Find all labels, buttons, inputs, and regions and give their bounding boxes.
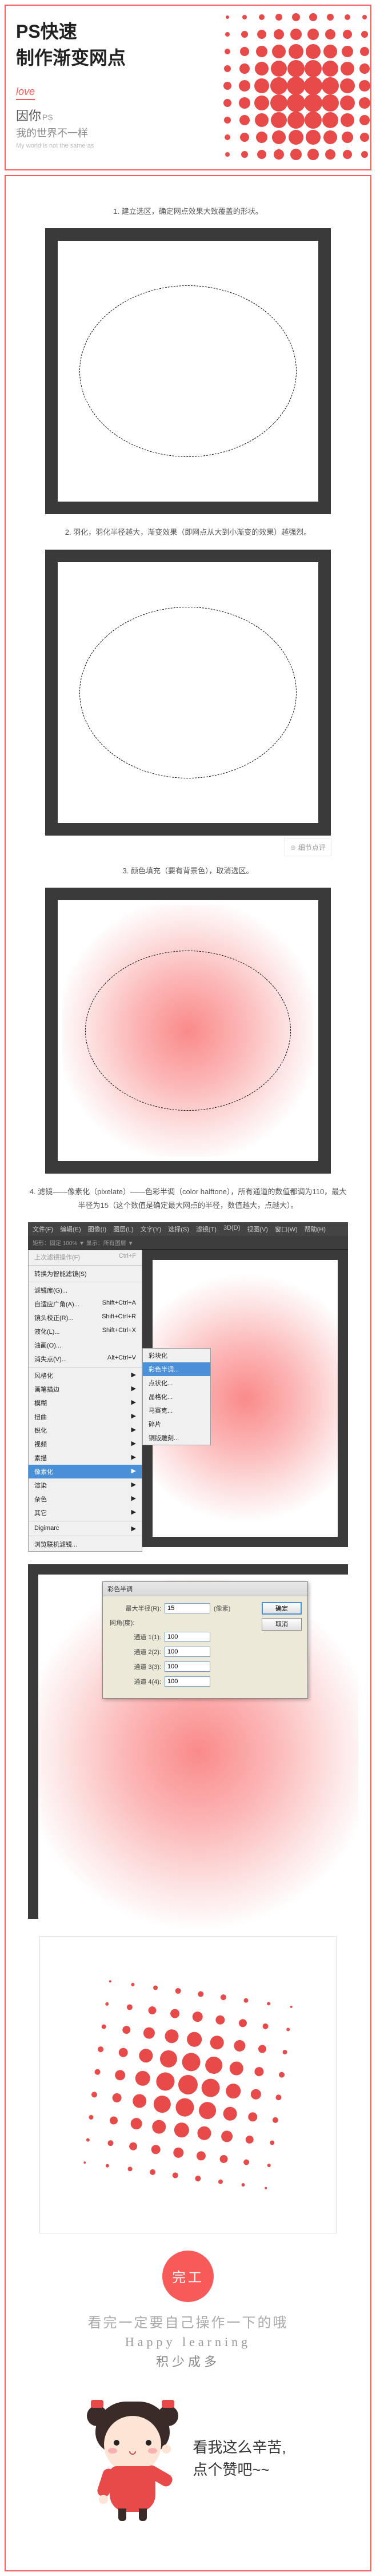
menu-layer[interactable]: 图层(L)	[113, 1225, 133, 1234]
color-halftone-dialog: 彩色半调 确定 取消 最大半径(R): (像素) 网角(度): 通道 1(1):	[102, 1581, 308, 1699]
submenu-color-halftone[interactable]: 彩色半调...	[143, 1362, 210, 1376]
step2-frame: 细节点评	[45, 550, 331, 836]
step3-canvas	[58, 900, 318, 1161]
ellipse-selection-icon	[85, 951, 291, 1111]
menu-smart-filter[interactable]: 转换为智能滤镜(S)	[29, 1267, 142, 1281]
submenu-facet[interactable]: 彩块化	[143, 1349, 210, 1362]
happy-learning: Happy learning	[6, 2335, 370, 2350]
menu-image[interactable]: 图像(I)	[88, 1225, 106, 1234]
halftone-decoration	[205, 5, 371, 170]
result-halftone-pattern	[46, 1942, 330, 2227]
menu-select[interactable]: 选择(S)	[168, 1225, 189, 1234]
dialog-cancel-button[interactable]: 取消	[262, 1618, 302, 1631]
submenu-mosaic[interactable]: 马赛克...	[143, 1404, 210, 1417]
channel2-label: 通道 2(2):	[110, 1647, 161, 1656]
step2-caption: 2. 羽化，羽化半径越大，渐变效果（即网点从大到小渐变的效果）越强烈。	[29, 526, 347, 539]
menu-edit[interactable]: 编辑(E)	[60, 1225, 81, 1234]
menu-window[interactable]: 窗口(W)	[275, 1225, 298, 1234]
mascot-character	[90, 2399, 175, 2519]
menu-view[interactable]: 视图(V)	[247, 1225, 268, 1234]
menu-filter[interactable]: 滤镜(T)	[196, 1225, 217, 1234]
max-radius-input[interactable]	[165, 1603, 210, 1613]
submenu-mezzotint[interactable]: 铜版雕刻...	[143, 1431, 210, 1445]
submenu-pointillize[interactable]: 点状化...	[143, 1376, 210, 1390]
menu-group-stylize[interactable]: 风格化▶	[29, 1369, 142, 1382]
submenu-fragment[interactable]: 碎片	[143, 1417, 210, 1431]
mascot-speech: 看我这么辛苦, 点个赞吧~~	[193, 2436, 286, 2481]
step2-canvas	[58, 562, 318, 823]
menu-lens-correction[interactable]: 镜头校正(R)...Shift+Ctrl+R	[29, 1311, 142, 1325]
finish-badge: 完工	[162, 2251, 214, 2302]
pixel-unit: (像素)	[214, 1604, 230, 1613]
finish-tip: 看完一定要自己操作一下的哦	[6, 2311, 370, 2331]
menu-filter-gallery[interactable]: 滤镜库(G)...	[29, 1283, 142, 1297]
channel2-input[interactable]	[165, 1647, 210, 1657]
channel1-input[interactable]	[165, 1632, 210, 1642]
angles-label: 网角(度):	[110, 1618, 134, 1627]
menu-3d[interactable]: 3D(D)	[223, 1225, 240, 1234]
ps-canvas-area: 彩块化 彩色半调... 点状化... 晶格化... 马赛克... 碎片 铜版雕刻…	[142, 1250, 348, 1547]
max-radius-label: 最大半径(R):	[110, 1604, 161, 1613]
menu-type[interactable]: 文字(Y)	[141, 1225, 162, 1234]
menu-oil-paint[interactable]: 油画(O)...	[29, 1338, 142, 1352]
ellipse-selection-icon	[79, 285, 297, 457]
step1-caption: 1. 建立选区，确定网点效果大致覆盖的形状。	[29, 205, 347, 218]
step3-frame	[45, 888, 331, 1174]
menu-group-blur[interactable]: 模糊▶	[29, 1396, 142, 1410]
step3-caption: 3. 颜色填充（要有背景色），取消选区。	[29, 864, 347, 877]
menu-last-filter[interactable]: 上次滤镜操作(F)Ctrl+F	[29, 1250, 142, 1264]
menu-digimarc[interactable]: Digimarc▶	[29, 1522, 142, 1535]
result-frame	[39, 1936, 337, 2233]
channel1-label: 通道 1(1):	[110, 1632, 161, 1641]
menu-group-sketch[interactable]: 素描▶	[29, 1451, 142, 1465]
pixelate-submenu: 彩块化 彩色半调... 点状化... 晶格化... 马赛克... 碎片 铜版雕刻…	[142, 1348, 211, 1445]
ellipse-feather-icon	[79, 607, 297, 778]
submenu-crystallize[interactable]: 晶格化...	[143, 1390, 210, 1404]
menu-group-brush[interactable]: 画笔描边▶	[29, 1382, 142, 1396]
menu-liquify[interactable]: 液化(L)...Shift+Ctrl+X	[29, 1325, 142, 1338]
love-label: love	[16, 86, 35, 100]
menu-group-distort[interactable]: 扭曲▶	[29, 1410, 142, 1424]
ps-menubar[interactable]: 文件(F) 编辑(E) 图像(I) 图层(L) 文字(Y) 选择(S) 滤镜(T…	[28, 1222, 348, 1236]
channel4-label: 通道 4(4):	[110, 1677, 161, 1686]
filter-menu-dropdown: 上次滤镜操作(F)Ctrl+F 转换为智能滤镜(S) 滤镜库(G)... 自适应…	[28, 1250, 142, 1547]
menu-group-render[interactable]: 渲染▶	[29, 1478, 142, 1492]
channel3-input[interactable]	[165, 1661, 210, 1672]
menu-group-video[interactable]: 视频▶	[29, 1437, 142, 1451]
menu-group-noise[interactable]: 杂色▶	[29, 1492, 142, 1506]
step1-frame	[45, 228, 331, 514]
ps-options-bar: 矩形：固定 100% ▼ 显示：所有图层 ▼	[28, 1236, 348, 1250]
channel4-input[interactable]	[165, 1676, 210, 1687]
menu-help[interactable]: 帮助(H)	[305, 1225, 326, 1234]
header-card: PS快速 制作渐变网点 love 因你PS 我的世界不一样 My world i…	[5, 5, 371, 170]
menu-adaptive-wide[interactable]: 自适应广角(A)...Shift+Ctrl+A	[29, 1297, 142, 1311]
dialog-ok-button[interactable]: 确定	[262, 1602, 302, 1615]
menu-browse-online[interactable]: 浏览联机滤镜...	[29, 1537, 142, 1551]
menu-group-other[interactable]: 其它▶	[29, 1506, 142, 1520]
menu-vanishing-point[interactable]: 消失点(V)...Alt+Ctrl+V	[29, 1352, 142, 1366]
channel3-label: 通道 3(3):	[110, 1662, 161, 1671]
steps-container: 1. 建立选区，确定网点效果大致覆盖的形状。 2. 羽化，羽化半径越大，渐变效果…	[5, 175, 371, 2571]
menu-group-pixelate[interactable]: 像素化▶	[29, 1465, 142, 1478]
photoshop-window: 文件(F) 编辑(E) 图像(I) 图层(L) 文字(Y) 选择(S) 滤镜(T…	[28, 1222, 348, 1547]
detail-review-button[interactable]: 细节点评	[284, 838, 332, 856]
menu-file[interactable]: 文件(F)	[33, 1225, 53, 1234]
accumulate: 积少成多	[6, 2352, 370, 2370]
dialog-screenshot-frame: 彩色半调 确定 取消 最大半径(R): (像素) 网角(度): 通道 1(1):	[28, 1564, 348, 1919]
menu-group-sharpen[interactable]: 锐化▶	[29, 1424, 142, 1437]
step4-caption: 4. 滤镜——像素化（pixelate）——色彩半调（color halfton…	[29, 1185, 347, 1212]
dialog-title: 彩色半调	[103, 1582, 307, 1596]
mascot-area: 看我这么辛苦, 点个赞吧~~	[6, 2387, 370, 2547]
step1-canvas	[58, 241, 318, 502]
